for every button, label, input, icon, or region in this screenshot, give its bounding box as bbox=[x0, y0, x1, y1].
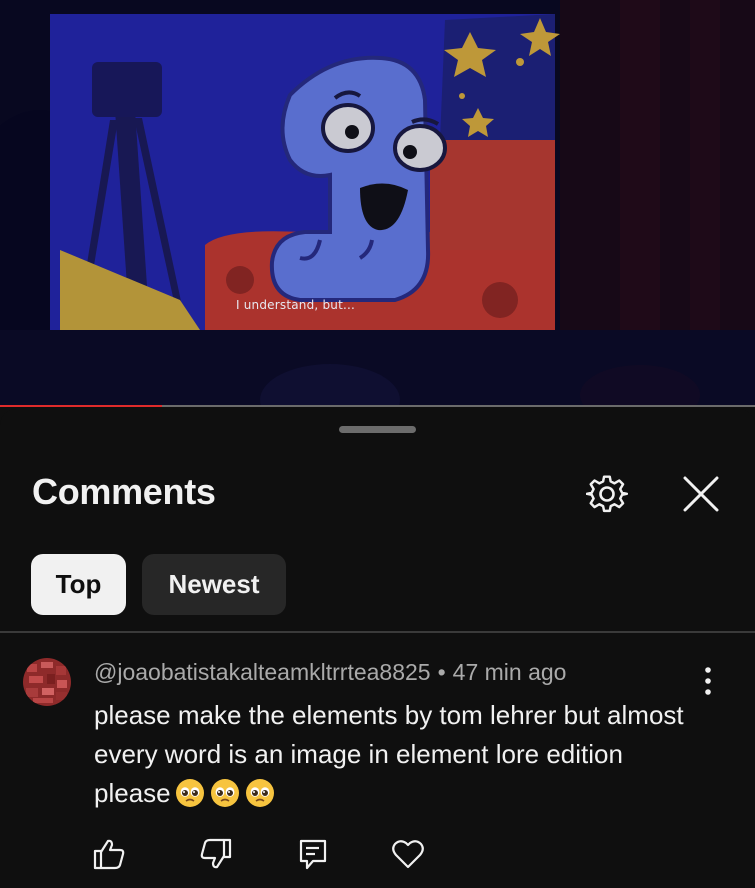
close-button[interactable] bbox=[680, 473, 722, 515]
pleading-face-emoji bbox=[245, 779, 274, 807]
video-progress-bar[interactable] bbox=[0, 405, 755, 407]
divider bbox=[0, 631, 755, 633]
video-frame bbox=[0, 0, 755, 407]
gear-icon bbox=[585, 475, 629, 513]
video-progress-fill bbox=[0, 405, 163, 407]
heart-button[interactable] bbox=[391, 837, 425, 871]
like-button[interactable] bbox=[92, 837, 126, 871]
comment-meta: @joaobatistakalteamkltrrtea8825 • 47 min a… bbox=[94, 659, 566, 686]
dislike-button[interactable] bbox=[199, 837, 233, 871]
settings-button[interactable] bbox=[585, 473, 629, 515]
video-subtitle: I understand, but... bbox=[236, 298, 356, 312]
thumbs-up-icon bbox=[93, 839, 125, 870]
comment-text: please make the elements by tom lehrer b… bbox=[94, 696, 694, 819]
more-vert-icon bbox=[705, 667, 711, 695]
avatar-image bbox=[23, 658, 71, 706]
comments-title: Comments bbox=[32, 471, 216, 512]
comment-time: 47 min ago bbox=[452, 659, 567, 685]
comment-author[interactable]: @joaobatistakalteamkltrrtea8825 bbox=[94, 659, 431, 685]
avatar[interactable] bbox=[23, 658, 71, 706]
drag-handle[interactable] bbox=[339, 426, 416, 433]
video-player[interactable]: I understand, but... bbox=[0, 0, 755, 407]
reply-button[interactable] bbox=[296, 837, 330, 871]
sort-chip-top[interactable]: Top bbox=[31, 554, 126, 615]
emoji-row bbox=[175, 778, 280, 819]
pleading-face-emoji bbox=[175, 779, 204, 807]
pleading-face-emoji bbox=[210, 779, 239, 807]
thumbs-down-icon bbox=[200, 838, 232, 869]
reply-icon bbox=[299, 839, 327, 870]
comments-sheet: Comments Top Newest @joaobatistakalteamk… bbox=[0, 409, 755, 888]
meta-separator: • bbox=[437, 659, 446, 685]
sort-chip-newest[interactable]: Newest bbox=[142, 554, 286, 615]
more-options-button[interactable] bbox=[696, 665, 720, 697]
heart-icon bbox=[392, 840, 424, 869]
close-icon bbox=[683, 476, 719, 512]
